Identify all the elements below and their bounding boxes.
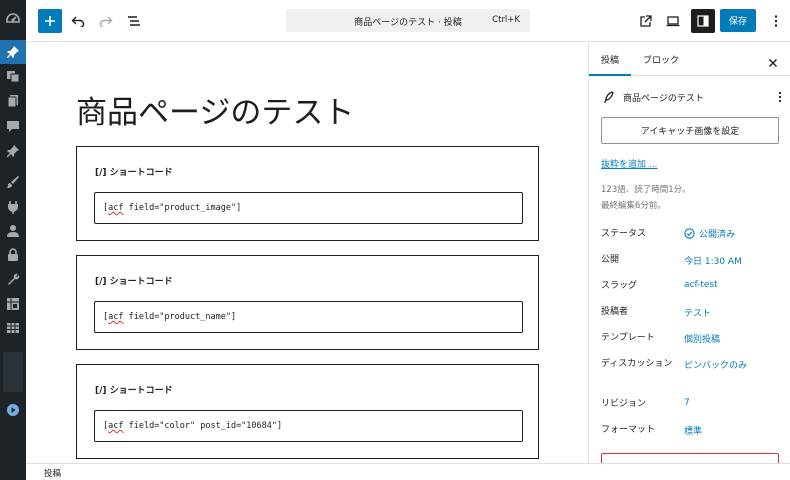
media-icon[interactable]: [6, 69, 20, 83]
revisions-value[interactable]: 7: [684, 398, 690, 408]
shortcode-input[interactable]: [acf field="product_name"]: [94, 301, 523, 333]
shortcode-keyword: acf: [108, 421, 124, 431]
discussion-label: ディスカッション: [601, 359, 673, 369]
shortcode-keyword: acf: [108, 312, 124, 322]
shortcode-block-label: [/] ショートコード: [95, 277, 173, 287]
close-sidebar-button[interactable]: [767, 54, 779, 67]
editor-toolbar: 商品ページのテスト · 投稿 Ctrl+K 保存: [26, 0, 790, 42]
document-title: 商品ページのテスト: [623, 94, 704, 104]
publish-label: 公開: [601, 255, 620, 265]
admin-menu-item-placeholder[interactable]: [3, 352, 23, 392]
save-button[interactable]: 保存: [720, 9, 756, 32]
close-icon: [769, 59, 777, 67]
options-menu-button[interactable]: [764, 9, 788, 33]
users-icon[interactable]: [6, 224, 20, 238]
document-actions-icon[interactable]: [776, 90, 784, 104]
editor-screen: 商品ページのテスト · 投稿 Ctrl+K 保存 商品ページのテスト [/] シ…: [0, 0, 790, 480]
external-link-icon: [639, 14, 652, 27]
lock-icon[interactable]: [6, 248, 20, 262]
active-tab-indicator: [589, 74, 631, 76]
vertical-ellipsis-icon: [774, 15, 778, 27]
add-block-button[interactable]: [38, 9, 62, 33]
pages-icon[interactable]: [6, 94, 20, 108]
settings-grid-icon[interactable]: [6, 297, 20, 311]
preview-device-button[interactable]: [661, 9, 685, 33]
format-value[interactable]: 標準: [684, 424, 702, 437]
settings-toggle-button[interactable]: [691, 9, 715, 33]
author-value[interactable]: テスト: [684, 306, 711, 319]
shortcode-text: field="color" post_id="10684"]: [123, 421, 283, 431]
shortcode-text: field="product_image"]: [123, 203, 242, 213]
status-label: ステータス: [601, 229, 647, 239]
undo-button[interactable]: [66, 9, 90, 33]
word-count-text: 123語、読了時間1分。: [601, 185, 691, 195]
editor-canvas: 商品ページのテスト [/] ショートコード [acf field="produc…: [26, 43, 588, 463]
block-breadcrumb-bar: 投稿: [26, 463, 790, 480]
command-palette-bar[interactable]: 商品ページのテスト · 投稿 Ctrl+K: [286, 9, 530, 32]
revisions-label: リビジョン: [601, 399, 647, 409]
format-label: フォーマット: [601, 425, 656, 435]
comments-icon[interactable]: [6, 119, 20, 133]
document-overview-button[interactable]: [122, 9, 146, 33]
undo-icon: [71, 16, 85, 27]
slug-value[interactable]: acf-test: [684, 280, 718, 290]
plugins-icon[interactable]: [6, 200, 20, 214]
document-summary: 商品ページのテスト: [601, 90, 784, 104]
publish-date-value[interactable]: 今日 1:30 AM: [684, 254, 742, 267]
template-value[interactable]: 個別投稿: [684, 332, 720, 345]
author-label: 投稿者: [601, 307, 629, 317]
view-post-button[interactable]: [633, 9, 657, 33]
redo-icon: [99, 16, 113, 27]
shortcode-keyword: acf: [108, 203, 124, 213]
pin-icon[interactable]: [6, 144, 20, 158]
plus-icon: [45, 16, 55, 26]
post-title[interactable]: 商品ページのテスト: [76, 87, 354, 132]
desktop-icon: [666, 16, 680, 27]
dashboard-icon[interactable]: [6, 12, 20, 26]
admin-sidebar: [0, 0, 26, 480]
template-label: テンプレート: [601, 333, 655, 343]
shortcode-text: field="product_name"]: [123, 312, 237, 322]
posts-pin-icon[interactable]: [6, 45, 20, 59]
add-excerpt-link[interactable]: 抜粋を追加 ...: [601, 157, 657, 170]
sidebar-icon: [697, 15, 709, 27]
redo-button[interactable]: [94, 9, 118, 33]
shortcode-block-label: [/] ショートコード: [95, 168, 173, 178]
move-to-trash-button[interactable]: [601, 453, 779, 463]
shortcode-block-label: [/] ショートコード: [95, 386, 173, 396]
last-edited-text: 最終編集6分前。: [601, 201, 666, 211]
tab-block[interactable]: ブロック: [643, 53, 679, 66]
command-bar-shortcut: Ctrl+K: [492, 15, 520, 25]
status-value-text: 公開済み: [699, 230, 736, 240]
shortcode-block[interactable]: [/] ショートコード [acf field="product_name"]: [76, 255, 539, 350]
breadcrumb-item[interactable]: 投稿: [44, 467, 61, 479]
shortcode-input[interactable]: [acf field="product_image"]: [94, 192, 523, 224]
set-featured-image-button[interactable]: アイキャッチ画像を設定: [601, 117, 779, 144]
published-check-icon: [684, 228, 695, 239]
shortcode-block[interactable]: [/] ショートコード [acf field="product_image"]: [76, 146, 539, 241]
tab-post[interactable]: 投稿: [601, 53, 619, 66]
shortcode-input[interactable]: [acf field="color" post_id="10684"]: [94, 410, 523, 442]
tools-wrench-icon[interactable]: [6, 272, 20, 286]
collapse-menu-icon[interactable]: [6, 403, 20, 417]
sidebar-tabs: 投稿 ブロック: [589, 43, 790, 76]
shortcode-block[interactable]: [/] ショートコード [acf field="color" post_id="…: [76, 364, 539, 459]
list-view-icon: [128, 16, 140, 26]
post-feather-icon: [604, 91, 614, 103]
table-icon[interactable]: [6, 321, 20, 335]
status-value[interactable]: 公開済み: [684, 227, 735, 240]
appearance-brush-icon[interactable]: [6, 175, 20, 189]
slug-label: スラッグ: [601, 281, 638, 291]
discussion-value[interactable]: ピンバックのみ: [684, 358, 747, 371]
settings-sidebar: 投稿 ブロック 商品ページのテスト アイキャッチ画像を設定 抜粋を追加 ... …: [588, 43, 790, 463]
